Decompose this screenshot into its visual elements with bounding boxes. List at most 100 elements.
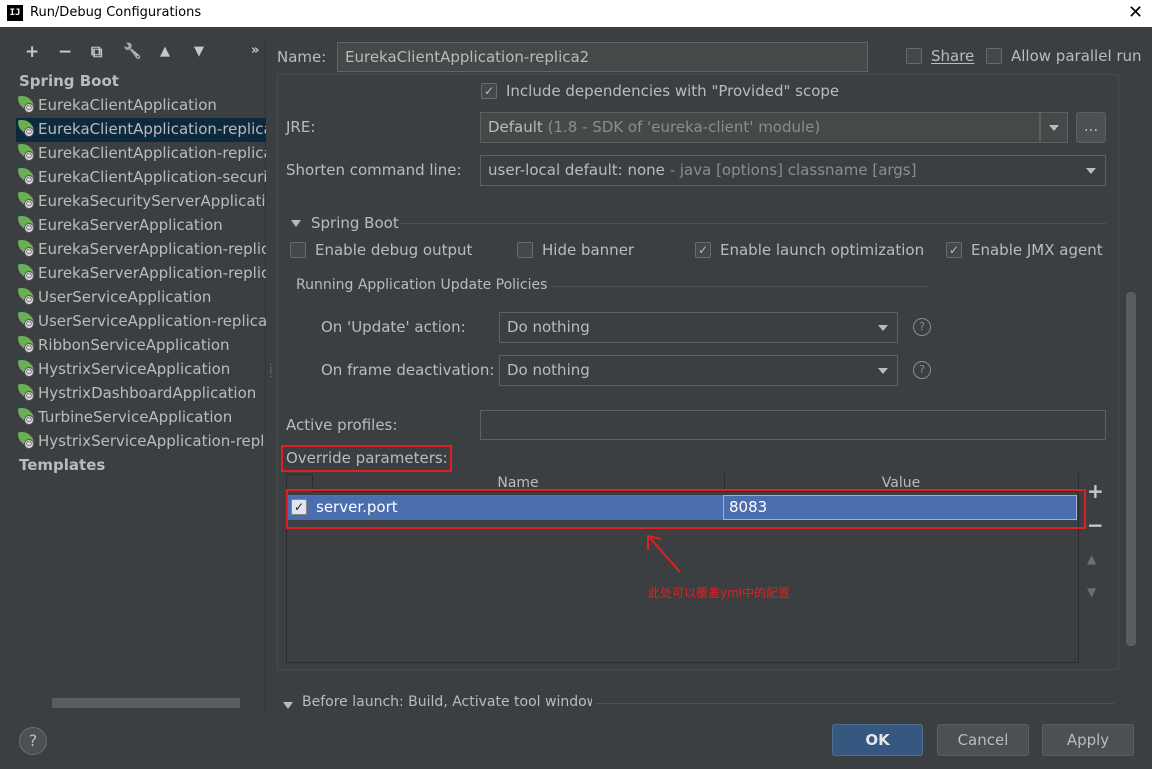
close-icon[interactable]: ✕ bbox=[1128, 2, 1143, 23]
spring-boot-icon: ⏻ bbox=[16, 167, 36, 185]
jre-label: JRE: bbox=[286, 118, 316, 136]
tree-item-label: HystrixDashboardApplication bbox=[38, 384, 257, 402]
tree-item-label: UserServiceApplication bbox=[38, 288, 212, 306]
remove-configuration-icon[interactable]: − bbox=[58, 42, 72, 62]
share-checkbox[interactable] bbox=[906, 48, 922, 64]
tree-item[interactable]: ⏻ HystrixServiceApplication-replica bbox=[16, 430, 266, 454]
title-bar: IJ Run/Debug Configurations ✕ bbox=[0, 0, 1152, 27]
tree-item[interactable]: ⏻ EurekaSecurityServerApplication bbox=[16, 190, 266, 214]
tree-item[interactable]: ⏻ EurekaClientApplication-replica2 bbox=[16, 118, 266, 142]
chevron-down-icon bbox=[878, 368, 888, 374]
tree-item-label: EurekaServerApplication bbox=[38, 216, 223, 234]
move-down-icon[interactable]: ▼ bbox=[194, 44, 204, 59]
spring-boot-icon: ⏻ bbox=[16, 215, 36, 233]
more-actions-icon[interactable]: » bbox=[251, 43, 259, 58]
update-action-label: On 'Update' action: bbox=[321, 318, 466, 336]
tree-item[interactable]: ⏻ RibbonServiceApplication bbox=[16, 334, 266, 358]
hide-banner-checkbox[interactable] bbox=[517, 242, 533, 258]
annotation-text: 此处可以覆盖yml中的配置 bbox=[648, 586, 791, 600]
include-deps-checkbox[interactable]: ✓ bbox=[481, 83, 497, 99]
spring-boot-icon: ⏻ bbox=[16, 143, 36, 161]
tree-item-label: TurbineServiceApplication bbox=[38, 408, 233, 426]
collapse-spring-boot-icon[interactable] bbox=[291, 220, 301, 227]
tree-item-label: RibbonServiceApplication bbox=[38, 336, 230, 354]
policies-divider bbox=[552, 286, 928, 287]
shorten-hint: - java [options] classname [args] bbox=[669, 161, 917, 179]
help-icon[interactable]: ? bbox=[913, 361, 931, 379]
enable-jmx-agent-checkbox[interactable]: ✓ bbox=[946, 242, 962, 258]
spring-boot-icon: ⏻ bbox=[16, 263, 36, 281]
jre-hint: (1.8 - SDK of 'eureka-client' module) bbox=[547, 118, 821, 136]
update-policies-title: Running Application Update Policies bbox=[296, 277, 548, 293]
tree-item[interactable]: ⏻ EurekaClientApplication-security bbox=[16, 166, 266, 190]
spring-boot-icon: ⏻ bbox=[16, 335, 36, 353]
tree-horizontal-scrollbar[interactable] bbox=[52, 698, 240, 708]
tree-item-label: EurekaClientApplication-replica1 bbox=[38, 144, 266, 162]
enable-launch-optimization-label: Enable launch optimization bbox=[720, 241, 925, 259]
tree-item-label: HystrixServiceApplication-replica bbox=[38, 432, 266, 450]
spring-boot-icon: ⏻ bbox=[16, 287, 36, 305]
tree-item-label: EurekaSecurityServerApplication bbox=[38, 192, 266, 210]
add-row-icon[interactable]: + bbox=[1087, 479, 1104, 503]
enable-launch-optimization-checkbox[interactable]: ✓ bbox=[695, 242, 711, 258]
include-deps-label: Include dependencies with "Provided" sco… bbox=[506, 82, 840, 100]
active-profiles-label: Active profiles: bbox=[286, 416, 398, 434]
move-row-down-icon[interactable]: ▼ bbox=[1087, 585, 1096, 599]
ok-button[interactable]: OK bbox=[832, 724, 923, 756]
apply-button[interactable]: Apply bbox=[1042, 724, 1134, 756]
spring-boot-icon: ⏻ bbox=[16, 407, 36, 425]
cancel-button[interactable]: Cancel bbox=[937, 724, 1029, 756]
spring-boot-icon: ⏻ bbox=[16, 383, 36, 401]
move-up-icon[interactable]: ▲ bbox=[160, 44, 170, 59]
update-action-value: Do nothing bbox=[507, 318, 590, 336]
tree-item[interactable]: ⏻ EurekaServerApplication-replica1 bbox=[16, 238, 266, 262]
jre-dropdown-button[interactable] bbox=[1040, 112, 1068, 143]
remove-row-icon[interactable]: − bbox=[1087, 513, 1104, 537]
move-row-up-icon[interactable]: ▲ bbox=[1087, 552, 1096, 566]
tree-item[interactable]: ⏻ HystrixServiceApplication bbox=[16, 358, 266, 382]
shorten-command-line-combo[interactable]: user-local default: none - java [options… bbox=[480, 155, 1106, 186]
name-input[interactable]: EurekaClientApplication-replica2 bbox=[337, 42, 868, 72]
chevron-down-icon bbox=[1049, 125, 1059, 131]
tree-item[interactable]: ⏻ TurbineServiceApplication bbox=[16, 406, 266, 430]
tree-group-spring-boot[interactable]: Spring Boot bbox=[19, 72, 119, 90]
expand-before-launch-icon[interactable] bbox=[283, 702, 293, 709]
help-icon[interactable]: ? bbox=[913, 318, 931, 336]
name-label: Name: bbox=[277, 48, 327, 66]
spring-boot-icon: ⏻ bbox=[16, 191, 36, 209]
active-profiles-input[interactable] bbox=[480, 410, 1106, 440]
chevron-down-icon bbox=[1086, 168, 1096, 174]
tree-item-label: EurekaServerApplication-replica2 bbox=[38, 264, 266, 282]
tree-item[interactable]: ⏻ EurekaServerApplication bbox=[16, 214, 266, 238]
share-label: Share bbox=[931, 47, 975, 65]
config-vertical-scrollbar[interactable] bbox=[1126, 292, 1136, 646]
jre-browse-button[interactable]: ... bbox=[1076, 112, 1106, 143]
tree-item-label: EurekaClientApplication-security bbox=[38, 168, 266, 186]
edit-defaults-icon[interactable]: 🔧 bbox=[123, 42, 142, 60]
enable-debug-output-checkbox[interactable] bbox=[290, 242, 306, 258]
window-title: Run/Debug Configurations bbox=[30, 5, 202, 20]
spring-boot-icon: ⏻ bbox=[16, 95, 36, 113]
frame-deactivation-combo[interactable]: Do nothing bbox=[499, 355, 898, 386]
chevron-down-icon bbox=[878, 325, 888, 331]
tree-item-label: EurekaClientApplication bbox=[38, 96, 217, 114]
splitter-handle[interactable]: ⋮ ⋮ bbox=[266, 364, 276, 379]
tree-item[interactable]: ⏻ UserServiceApplication-replica bbox=[16, 310, 266, 334]
tree-item[interactable]: ⏻ EurekaServerApplication-replica2 bbox=[16, 262, 266, 286]
copy-configuration-icon[interactable]: ⧉ bbox=[91, 42, 102, 62]
row-highlight-box bbox=[286, 489, 1086, 529]
allow-parallel-run-checkbox[interactable] bbox=[986, 48, 1002, 64]
add-configuration-icon[interactable]: + bbox=[25, 42, 39, 62]
spring-boot-section-title: Spring Boot bbox=[311, 214, 399, 232]
intellij-logo-icon: IJ bbox=[7, 5, 23, 21]
jre-combo[interactable]: Default (1.8 - SDK of 'eureka-client' mo… bbox=[480, 112, 1040, 143]
update-action-combo[interactable]: Do nothing bbox=[499, 312, 898, 343]
help-button[interactable]: ? bbox=[19, 727, 47, 755]
before-launch-clip: Before launch: Build, Activate tool wind… bbox=[302, 694, 592, 708]
tree-item[interactable]: ⏻ HystrixDashboardApplication bbox=[16, 382, 266, 406]
tree-group-templates[interactable]: Templates bbox=[19, 456, 105, 474]
tree-item[interactable]: ⏻ EurekaClientApplication bbox=[16, 94, 266, 118]
before-launch-label[interactable]: Before launch: Build, Activate tool wind… bbox=[302, 694, 592, 708]
tree-item[interactable]: ⏻ EurekaClientApplication-replica1 bbox=[16, 142, 266, 166]
tree-item[interactable]: ⏻ UserServiceApplication bbox=[16, 286, 266, 310]
